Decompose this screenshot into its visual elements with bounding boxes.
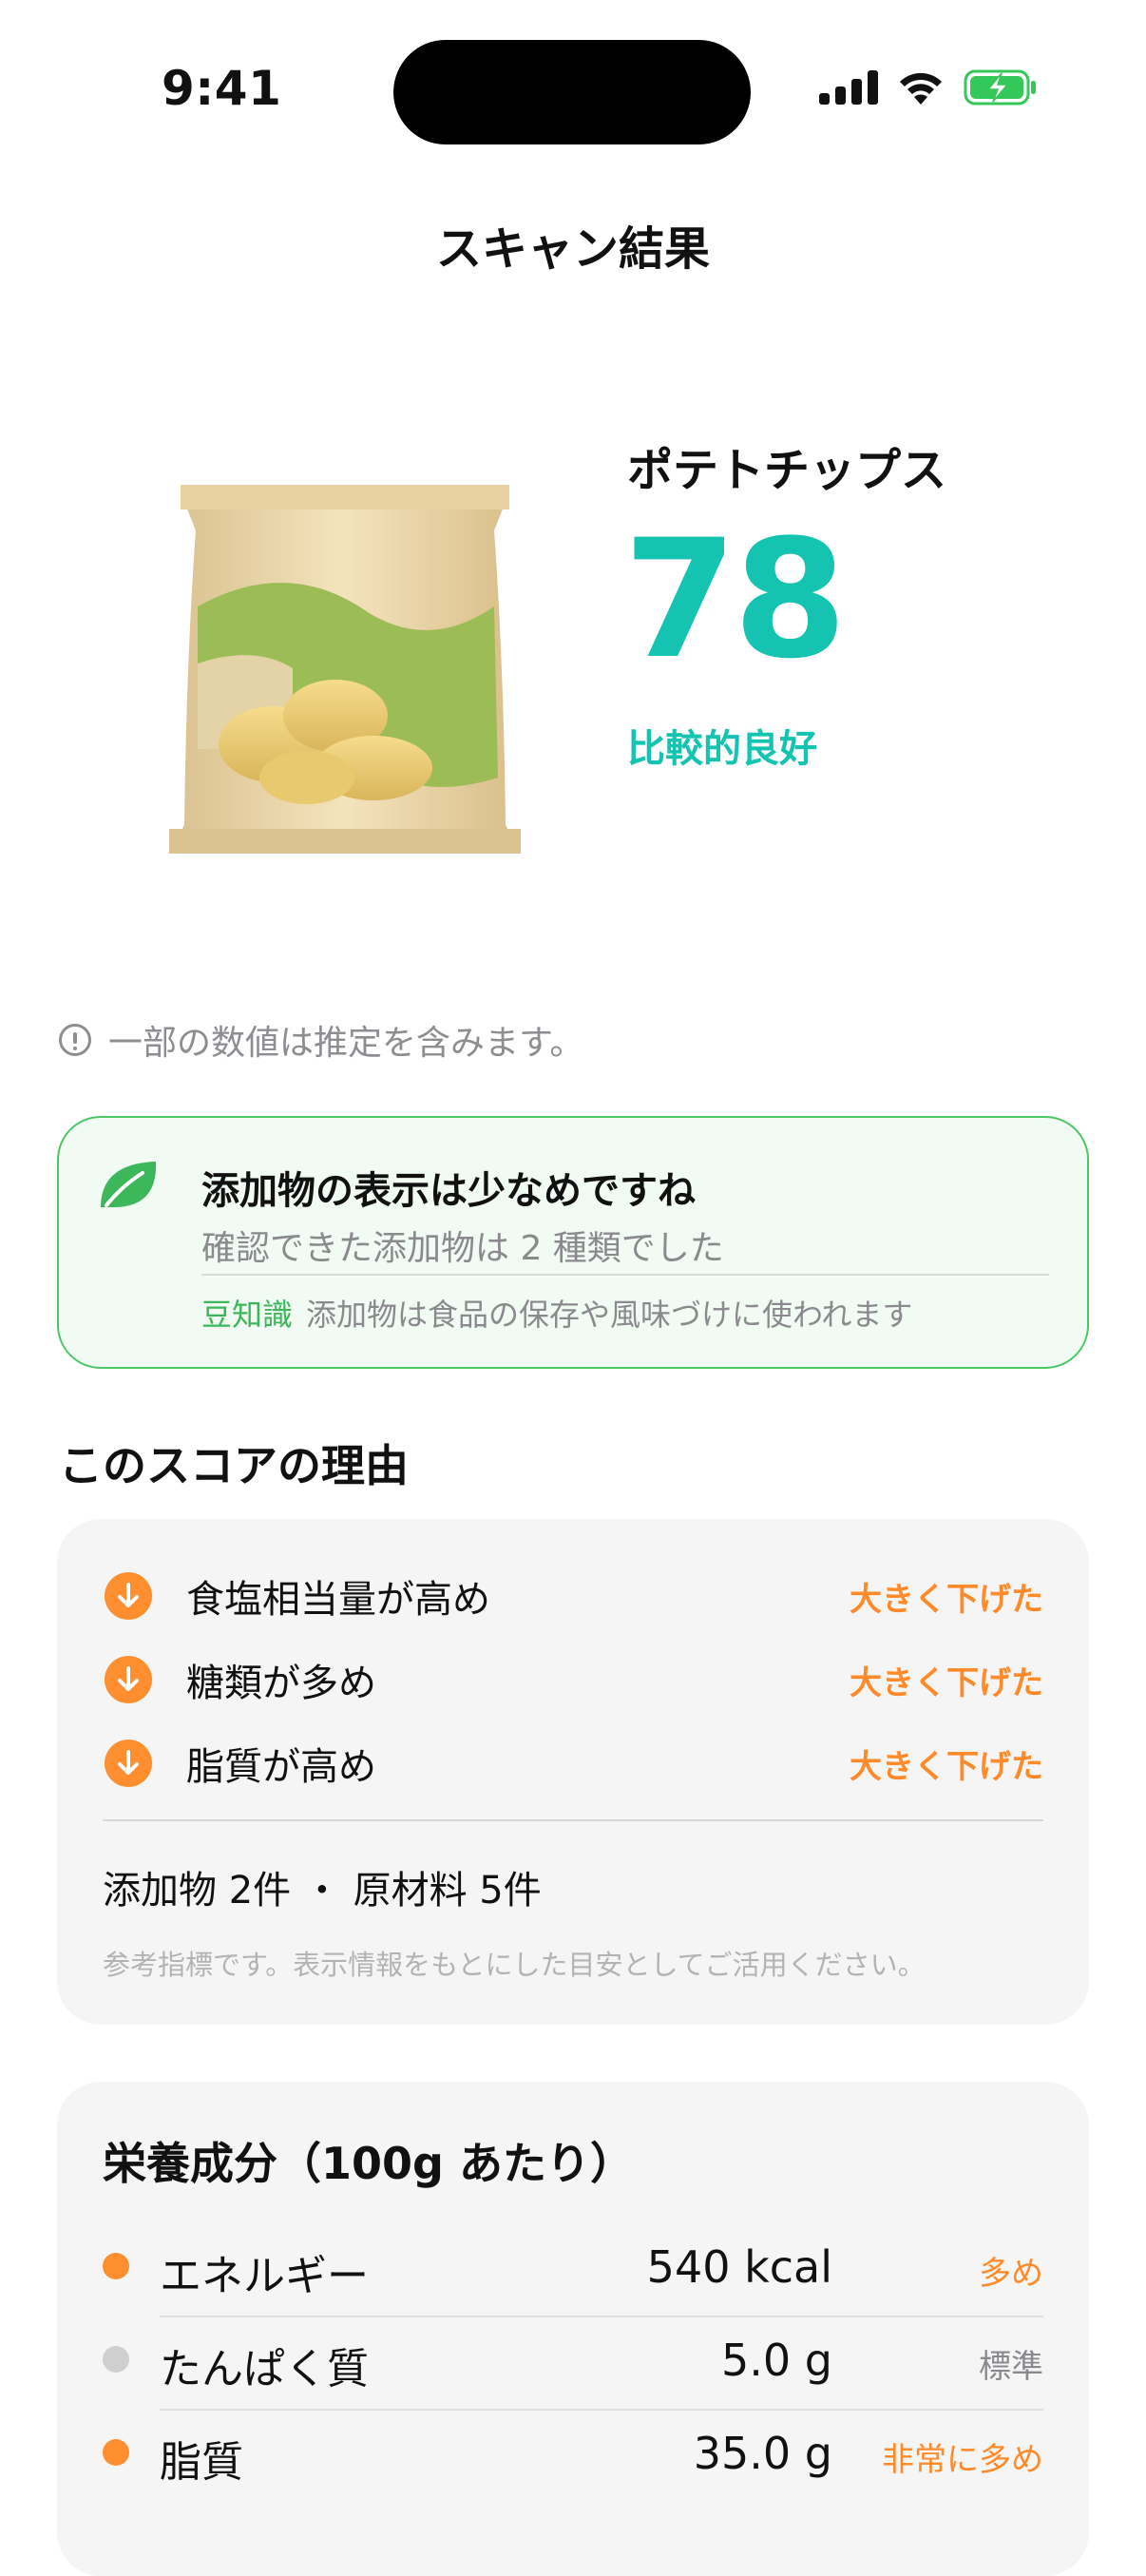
page-title: スキャン結果 [435,222,710,276]
nutrient-level: 多め [979,2255,1043,2293]
nutrient-value: 5.0 g [721,2335,832,2386]
reason-label: 脂質が高め [186,1745,376,1789]
leaf-icon [101,1162,157,1207]
reason-label: 食塩相当量が高め [186,1578,490,1622]
additive-title: 添加物の表示は少なめですね [201,1169,696,1213]
reason-item: 食塩相当量が高め 大きく下げた [105,1568,1043,1624]
nutrition-row: 脂質 35.0 g 非常に多め [103,2411,1043,2504]
estimate-notice: 一部の数値は推定を含みます。 [59,1015,583,1065]
reason-effect: 大きく下げた [850,1663,1043,1702]
cellular-signal-icon [819,70,878,105]
nutrition-row: たんぱく質 5.0 g 標準 [103,2317,1043,2411]
divider [103,1819,1043,1821]
nutrient-value: 540 kcal [646,2241,832,2293]
arrow-down-icon [105,1572,152,1620]
level-dot [103,2253,129,2279]
nutrition-title: 栄養成分（100g あたり） [103,2138,634,2189]
additive-subtitle: 確認できた添加物は 2 種類でした [201,1229,724,1268]
tip-text: 添加物は食品の保存や風味づけに使われます [306,1297,913,1333]
divider [201,1274,1049,1276]
ingredient-counts: 添加物 2件 ・ 原材料 5件 [103,1869,542,1913]
nutrition-row: エネルギー 540 kcal 多め [103,2224,1043,2317]
arrow-down-icon [105,1656,152,1703]
reason-label: 糖類が多め [186,1662,376,1705]
battery-charging-icon [964,69,1036,106]
tip-label: 豆知識 [201,1297,294,1333]
nutrient-level: 標準 [979,2348,1043,2386]
reason-effect: 大きく下げた [850,1747,1043,1786]
score-grade: 比較的良好 [627,727,817,771]
reason-item: 糖類が多め 大きく下げた [105,1652,1043,1707]
notice-text: 一部の数値は推定を含みます。 [108,1024,584,1063]
score-value: 78 [623,504,847,695]
wifi-icon [900,72,942,105]
nutrient-name: エネルギー [160,2252,369,2300]
nutrient-name: たんぱく質 [160,2345,369,2393]
reference-note: 参考指標です。表示情報をもとにした目安としてご活用ください。 [103,1949,926,1981]
level-dot [103,2439,129,2466]
nutrient-name: 脂質 [160,2438,243,2487]
reason-item: 脂質が高め 大きく下げた [105,1736,1043,1791]
info-icon [59,1024,91,1056]
nutrient-level: 非常に多め [882,2441,1043,2479]
nutrient-value: 35.0 g [693,2428,832,2479]
product-image [169,485,521,854]
reasons-title: このスコアの理由 [59,1440,409,1491]
status-icons [819,68,1040,106]
arrow-down-icon [105,1740,152,1787]
status-time: 9:41 [162,61,282,116]
product-name: ポテトチップス [627,444,947,497]
reason-effect: 大きく下げた [850,1580,1043,1619]
level-dot [103,2346,129,2373]
dynamic-island [393,40,751,144]
